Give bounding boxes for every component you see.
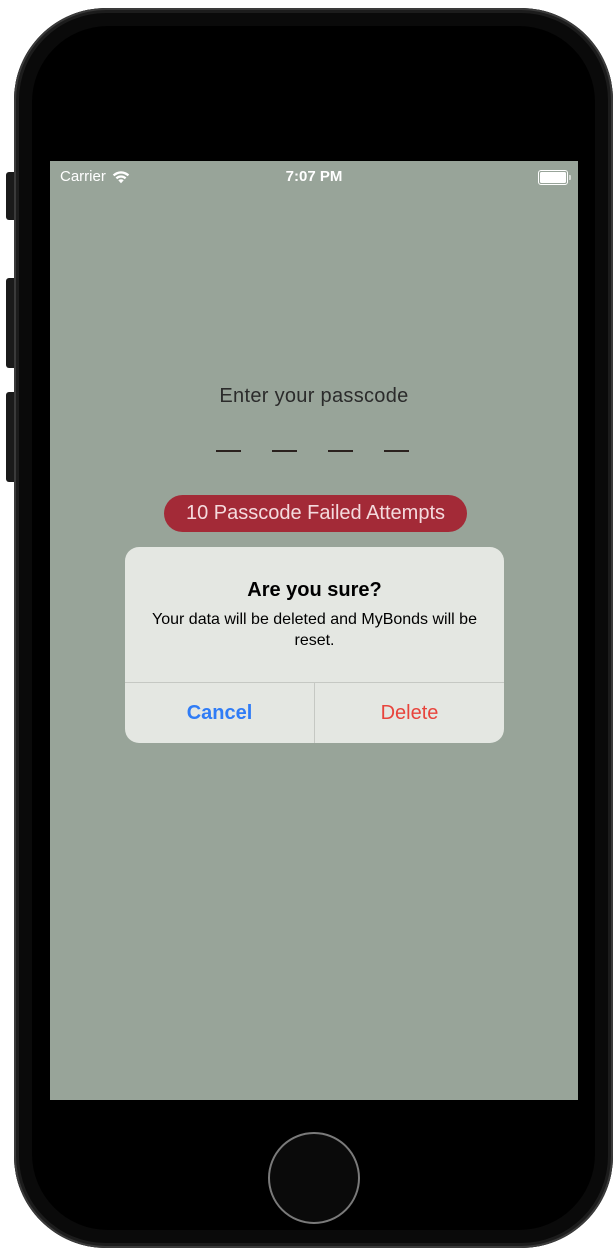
digit-placeholder-1: [216, 450, 241, 452]
simulator-stage: Carrier 7:07 PM Enter your passcode 10 P…: [0, 0, 613, 1253]
failed-attempts-badge: 10 Passcode Failed Attempts: [164, 495, 467, 532]
passcode-digit-placeholders: [216, 450, 409, 452]
cancel-button[interactable]: Cancel: [125, 683, 314, 743]
battery-full-icon: [538, 170, 571, 185]
alert-title: Are you sure?: [247, 579, 382, 601]
app-screen: Carrier 7:07 PM Enter your passcode 10 P…: [50, 161, 578, 1100]
digit-placeholder-2: [272, 450, 297, 452]
digit-placeholder-4: [384, 450, 409, 452]
home-button[interactable]: [268, 1132, 360, 1224]
status-bar: Carrier 7:07 PM: [50, 161, 578, 191]
delete-button[interactable]: Delete: [315, 683, 504, 743]
passcode-prompt: Enter your passcode: [219, 385, 409, 407]
alert-message: Your data will be deleted and MyBonds wi…: [152, 611, 477, 649]
digit-placeholder-3: [328, 450, 353, 452]
confirm-reset-alert: Are you sure? Your data will be deleted …: [125, 547, 504, 743]
status-time: 7:07 PM: [285, 168, 343, 185]
